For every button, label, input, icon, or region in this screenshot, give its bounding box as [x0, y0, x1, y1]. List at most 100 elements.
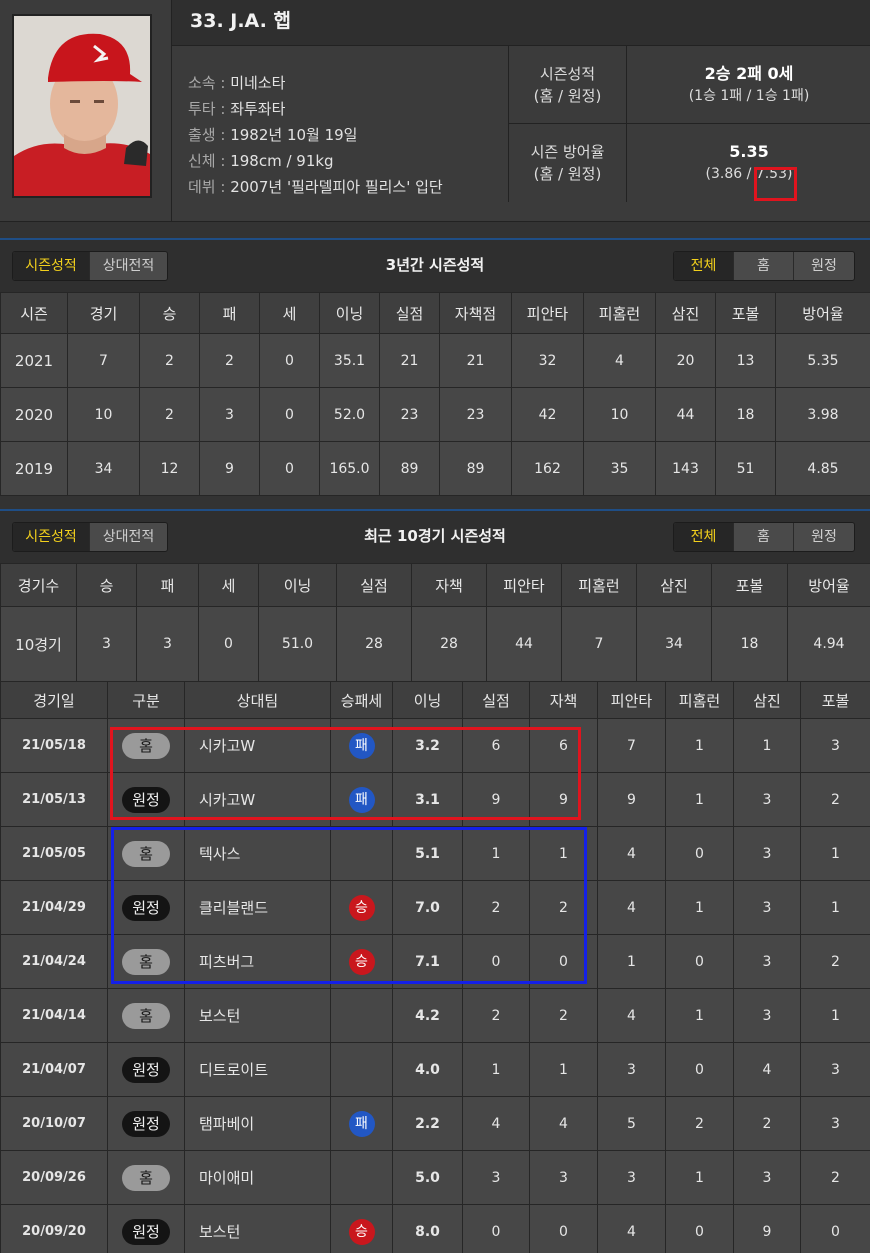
table-row: 20/10/07 원정 탬파베이 패 2.2 4 4 5 2 2 3 [0, 1096, 870, 1151]
summary-record-row: 시즌성적 (홈 / 원정) 2승 2패 0세 (1승 1패 / 1승 1패) [508, 46, 870, 124]
filter-home[interactable]: 홈 [734, 252, 794, 280]
earned-runs: 4 [529, 1096, 598, 1151]
strikeouts: 3 [733, 1150, 801, 1205]
table-row: 21/05/13 원정 시카고W 패 3.1 9 9 9 1 3 2 [0, 772, 870, 827]
location-badge: 원정 [122, 1218, 170, 1245]
tab-season-stats[interactable]: 시즌성적 [13, 252, 90, 280]
view-tab-group: 시즌성적 상대전적 [12, 251, 168, 281]
hits: 4 [597, 1204, 666, 1253]
game-location-cell: 원정 [107, 1042, 185, 1097]
player-profile: 33. J.A. 햅 소속 : 미네소타 투타 : 좌투좌타 출생 : 1982… [0, 0, 870, 222]
earned-runs: 3 [529, 1150, 598, 1205]
games-table-body: 21/05/18 홈 시카고W 패 3.2 6 6 7 1 1 3 21/05/13 원정 시카고W 패 3.… [0, 718, 870, 1253]
hits: 9 [597, 772, 666, 827]
home-runs: 1 [665, 772, 734, 827]
game-location-cell: 원정 [107, 880, 185, 935]
summary-era-value: 5.35 (3.86 / 7.53) [627, 124, 870, 202]
tab-versus-stats[interactable]: 상대전적 [90, 252, 167, 280]
info-row-debut: 데뷔 : 2007년 '필라델피아 필리스' 입단 [188, 178, 443, 196]
game-location-cell: 원정 [107, 1204, 185, 1253]
decision-cell [330, 826, 393, 881]
strikeouts: 3 [733, 934, 801, 989]
decision-cell [330, 988, 393, 1043]
filter-home[interactable]: 홈 [734, 523, 794, 551]
highlight-box-away-era [754, 167, 797, 201]
strikeouts: 1 [733, 718, 801, 773]
innings-pitched: 4.0 [392, 1042, 463, 1097]
innings-pitched: 7.1 [392, 934, 463, 989]
walks: 1 [800, 988, 870, 1043]
game-location-cell: 홈 [107, 1150, 185, 1205]
strikeouts: 4 [733, 1042, 801, 1097]
game-date: 20/09/20 [0, 1204, 108, 1253]
location-badge: 원정 [122, 1110, 170, 1137]
filter-away[interactable]: 원정 [794, 523, 854, 551]
location-badge: 원정 [122, 894, 170, 921]
opponent-team: 클리블랜드 [184, 880, 331, 935]
table-row: 20/09/20 원정 보스턴 승 8.0 0 0 4 0 9 0 [0, 1204, 870, 1253]
home-runs: 0 [665, 1204, 734, 1253]
home-runs: 1 [665, 1150, 734, 1205]
home-runs: 0 [665, 1042, 734, 1097]
tab-versus-stats[interactable]: 상대전적 [90, 523, 167, 551]
game-location-cell: 원정 [107, 1096, 185, 1151]
info-value: 2007년 '필라델피아 필리스' 입단 [230, 178, 443, 196]
filter-all[interactable]: 전체 [674, 252, 734, 280]
table-row: 2019 34 12 9 0 165.0 89 89 162 35 143 51 4.85 [0, 441, 870, 496]
season-section-header: 시즌성적 상대전적 3년간 시즌성적 전체 홈 원정 [0, 240, 870, 292]
earned-runs: 2 [529, 988, 598, 1043]
runs: 2 [462, 988, 530, 1043]
walks: 3 [800, 1042, 870, 1097]
player-photo [12, 14, 152, 198]
opponent-team: 시카고W [184, 772, 331, 827]
info-label: 소속 [188, 74, 216, 92]
table-row: 21/05/18 홈 시카고W 패 3.2 6 6 7 1 1 3 [0, 718, 870, 773]
table-row: 21/04/29 원정 클리블랜드 승 7.0 2 2 4 1 3 1 [0, 880, 870, 935]
info-label: 투타 [188, 100, 216, 118]
decision-badge: 승 [348, 1218, 375, 1245]
info-value: 미네소타 [230, 74, 286, 92]
location-filter-group: 전체 홈 원정 [673, 522, 855, 552]
game-date: 21/05/13 [0, 772, 108, 827]
decision-cell: 승 [330, 880, 393, 935]
earned-runs: 0 [529, 934, 598, 989]
opponent-team: 보스턴 [184, 1204, 331, 1253]
runs: 1 [462, 826, 530, 881]
recent-section-title: 최근 10경기 시즌성적 [364, 527, 506, 545]
location-badge: 홈 [122, 1164, 170, 1191]
decision-badge: 패 [348, 1110, 375, 1137]
season-table-header: 시즌 경기 승 패 세 이닝 실점 자책점 피안타 피홈런 삼진 포볼 방어율 [0, 292, 870, 334]
recent-summary-header: 경기수 승 패 세 이닝 실점 자책 피안타 피홈런 삼진 포볼 방어율 [0, 563, 870, 607]
opponent-team: 텍사스 [184, 826, 331, 881]
walks: 1 [800, 826, 870, 881]
earned-runs: 9 [529, 772, 598, 827]
filter-all[interactable]: 전체 [674, 523, 734, 551]
season-summary: 시즌성적 (홈 / 원정) 2승 2패 0세 (1승 1패 / 1승 1패) 시… [508, 46, 870, 222]
decision-cell: 승 [330, 934, 393, 989]
opponent-team: 디트로이트 [184, 1042, 331, 1097]
location-badge: 홈 [122, 732, 170, 759]
record-sub: (1승 1패 / 1승 1패) [688, 88, 810, 104]
decision-badge: 패 [348, 732, 375, 759]
strikeouts: 3 [733, 826, 801, 881]
photo-container [0, 0, 172, 222]
location-badge: 홈 [122, 1002, 170, 1029]
info-row-team: 소속 : 미네소타 [188, 74, 286, 92]
filter-away[interactable]: 원정 [794, 252, 854, 280]
home-runs: 2 [665, 1096, 734, 1151]
decision-cell [330, 1042, 393, 1097]
recent-games-table: 경기일 구분 상대팀 승패세 이닝 실점 자책 피안타 피홈런 삼진 포볼 21/05/18 홈 시카고… [0, 681, 870, 1253]
innings-pitched: 8.0 [392, 1204, 463, 1253]
hits: 4 [597, 826, 666, 881]
game-date: 20/10/07 [0, 1096, 108, 1151]
decision-badge: 승 [348, 948, 375, 975]
earned-runs: 0 [529, 1204, 598, 1253]
decision-cell: 승 [330, 1204, 393, 1253]
tab-season-stats[interactable]: 시즌성적 [13, 523, 90, 551]
runs: 9 [462, 772, 530, 827]
hits: 3 [597, 1042, 666, 1097]
runs: 4 [462, 1096, 530, 1151]
home-runs: 1 [665, 988, 734, 1043]
location-badge: 원정 [122, 786, 170, 813]
strikeouts: 3 [733, 880, 801, 935]
